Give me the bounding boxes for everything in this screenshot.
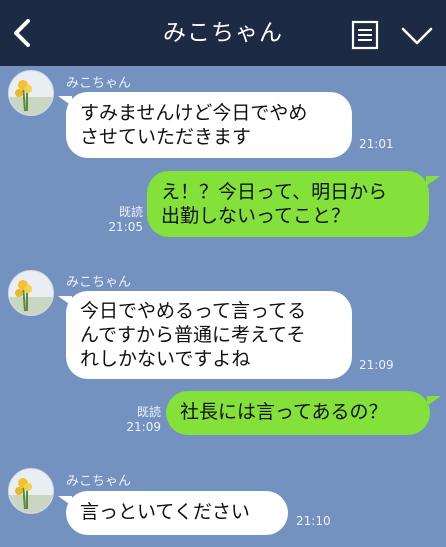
message-line: え！？今日って、明日から [161, 181, 388, 203]
message-line: すみませんけど今日でやめ [80, 102, 308, 124]
sender-name: みこちゃん [66, 275, 132, 290]
avatar[interactable] [8, 468, 54, 514]
message-list[interactable]: みこちゃん すみませんけど今日でやめ させていただきます 21:01 既読 21… [0, 66, 446, 547]
read-label: 既読 [118, 205, 143, 219]
outgoing-message-bubble[interactable]: 社長には言ってあるの？ [166, 391, 430, 435]
incoming-message-bubble[interactable]: 言っといてください [66, 491, 288, 535]
read-label: 既読 [136, 405, 161, 419]
bubble-tail [426, 176, 440, 186]
message-line: 出勤しないってこと？ [161, 205, 351, 227]
read-receipt: 既読 21:09 [126, 405, 161, 435]
flower-photo-icon [9, 469, 53, 513]
memo-button[interactable] [350, 20, 380, 50]
avatar[interactable] [8, 270, 54, 316]
message-line: 社長には言ってあるの？ [180, 401, 388, 423]
message-time: 21:09 [359, 358, 394, 372]
message-line: させていただきます [80, 126, 252, 148]
message-time: 21:09 [126, 420, 161, 434]
read-receipt: 既読 21:05 [108, 205, 143, 235]
incoming-message-bubble[interactable]: 今日でやめるって言ってる んですから普通に考えてそ れしかないですよね [66, 291, 352, 379]
message-line: んですから普通に考えてそ [80, 324, 306, 346]
message-line: 言っといてください [80, 501, 250, 523]
menu-button[interactable] [400, 22, 434, 50]
sender-name: みこちゃん [66, 474, 132, 489]
bubble-tail [427, 396, 441, 406]
message-line: れしかないですよね [80, 348, 251, 370]
flower-photo-icon [9, 71, 53, 115]
sender-name: みこちゃん [66, 76, 132, 91]
message-line: 今日でやめるって言ってる [80, 300, 307, 322]
incoming-message-bubble[interactable]: すみませんけど今日でやめ させていただきます [66, 92, 352, 158]
chat-header: みこちゃん [0, 0, 446, 66]
avatar[interactable] [8, 70, 54, 116]
note-list-icon [351, 20, 379, 50]
flower-photo-icon [9, 271, 53, 315]
outgoing-message-bubble[interactable]: え！？今日って、明日から 出勤しないってこと？ [147, 171, 429, 237]
message-time: 21:10 [296, 514, 331, 528]
message-time: 21:01 [359, 137, 394, 151]
message-time: 21:05 [108, 220, 143, 234]
chevron-down-icon [401, 27, 433, 45]
